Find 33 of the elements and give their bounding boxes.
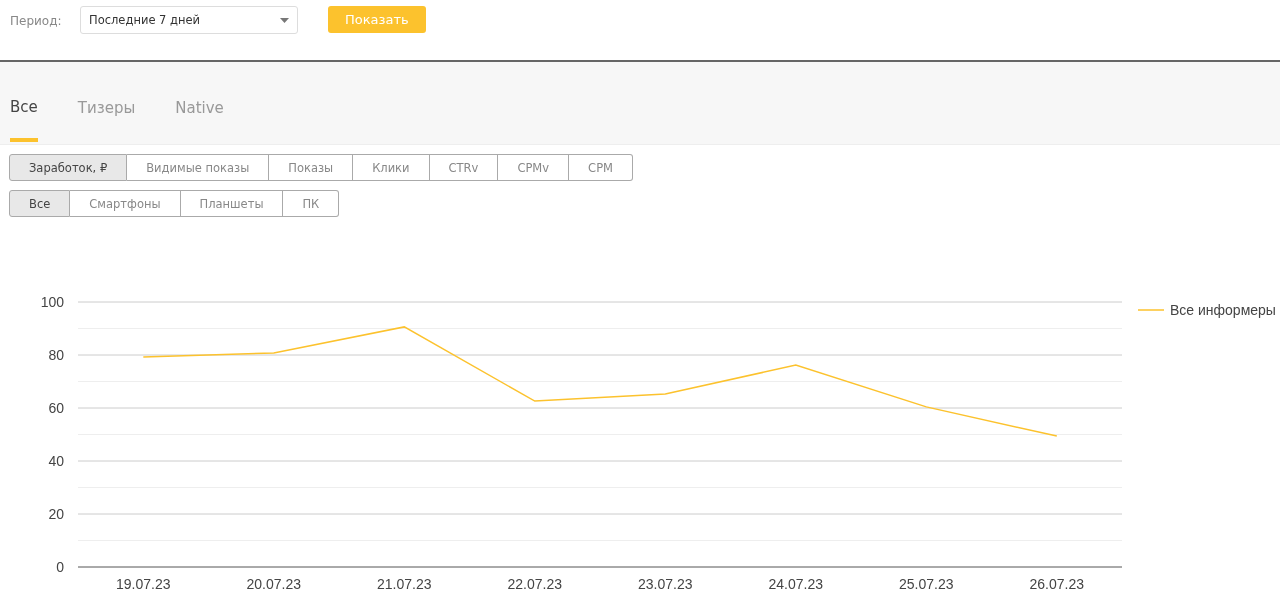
y-axis-label: 40 [48, 453, 64, 469]
y-axis-label: 60 [48, 400, 64, 416]
tab[interactable]: Тизеры [77, 62, 136, 140]
y-axis-label: 0 [56, 559, 64, 575]
metric-toggle[interactable]: CPMv [498, 154, 570, 181]
metric-toggle[interactable]: Заработок, ₽ [9, 154, 128, 181]
legend-label: Все информеры [1170, 302, 1276, 318]
metric-toggle[interactable]: Видимые показы [127, 154, 270, 181]
y-axis-label: 80 [48, 347, 64, 363]
x-axis-label: 24.07.23 [768, 576, 823, 592]
x-axis-label: 19.07.23 [116, 576, 171, 592]
x-axis-label: 21.07.23 [377, 576, 432, 592]
y-axis-label: 20 [48, 506, 64, 522]
tab[interactable]: Все [10, 62, 38, 142]
device-toggle[interactable]: Планшеты [180, 190, 284, 217]
device-toggle[interactable]: ПК [283, 190, 340, 217]
device-toggle[interactable]: Смартфоны [70, 190, 181, 217]
caret-icon [280, 17, 289, 23]
legend-line-icon [1137, 309, 1165, 311]
device-toggle[interactable]: Все [9, 190, 71, 217]
metric-toggle[interactable]: CTRv [429, 154, 499, 181]
x-axis-label: 26.07.23 [1029, 576, 1084, 592]
metric-toggle[interactable]: Показы [269, 154, 354, 181]
y-axis-label: 100 [40, 294, 64, 310]
x-axis-label: 23.07.23 [638, 576, 693, 592]
x-axis-label: 25.07.23 [899, 576, 954, 592]
metric-toggle[interactable]: CPM [569, 154, 633, 181]
period-dropdown[interactable]: Последние 7 дней [80, 6, 298, 34]
tab[interactable]: Native [175, 62, 224, 140]
period-label: Период: [10, 14, 63, 28]
metric-toggle[interactable]: Клики [353, 154, 430, 181]
x-axis-label: 22.07.23 [507, 576, 562, 592]
x-axis-label: 20.07.23 [246, 576, 301, 592]
